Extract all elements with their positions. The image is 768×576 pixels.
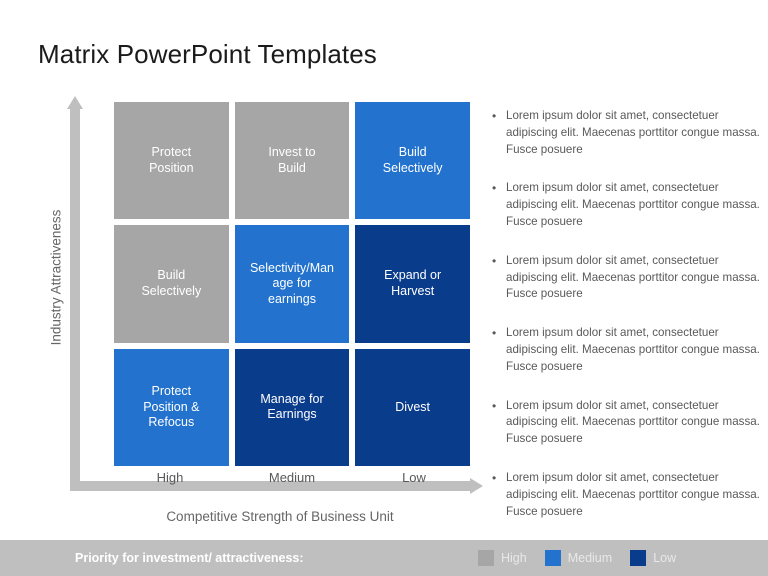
bullet-dot-icon: •: [492, 398, 497, 413]
bullet-dot-icon: •: [492, 470, 497, 485]
footer-bar: Priority for investment/ attractiveness:…: [0, 540, 768, 576]
bullet-dot-icon: •: [492, 181, 497, 196]
legend-swatch-icon: [478, 550, 494, 566]
matrix-cell[interactable]: Build Selectively: [355, 102, 470, 220]
matrix-grid: Protect Position Invest to Build Build Sel…: [114, 102, 470, 466]
matrix-cell[interactable]: Build Selectively: [114, 225, 229, 343]
legend-label: Low: [653, 551, 677, 565]
matrix-cell[interactable]: Divest: [355, 348, 470, 466]
legend-entry: High: [478, 550, 527, 566]
list-item: • Lorem ipsum dolor sit amet, consectetue…: [492, 398, 760, 448]
x-axis-tick-high: High: [156, 470, 184, 485]
legend-entry: Low: [630, 550, 676, 566]
bullet-dot-icon: •: [492, 109, 497, 123]
list-item: • Lorem ipsum dolor sit amet, consectetue…: [492, 325, 760, 375]
y-axis-shaft: [70, 107, 80, 488]
legend-entry: Medium: [544, 550, 613, 566]
bullet-text: Lorem ipsum dolor sit amet, consectetuer…: [506, 326, 760, 373]
matrix-cell[interactable]: Invest to Build: [234, 102, 350, 220]
bullet-dot-icon: •: [492, 253, 497, 268]
y-axis-arrow-icon: [67, 96, 83, 488]
matrix-cell[interactable]: Protect Position: [114, 102, 229, 220]
legend-label: Medium: [567, 551, 613, 565]
bullet-list: • Lorem ipsum dolor sit amet, consectetue…: [492, 108, 760, 542]
bullet-text: Lorem ipsum dolor sit amet, consectetuer…: [506, 253, 760, 301]
list-item: • Lorem ipsum dolor sit amet, consectetue…: [492, 108, 760, 158]
bullet-text: Lorem ipsum dolor sit amet, consectetuer…: [506, 181, 760, 228]
bullet-text: Lorem ipsum dolor sit amet, consectetuer…: [506, 398, 760, 446]
bullet-text: Lorem ipsum dolor sit amet, consectetuer…: [506, 109, 760, 156]
matrix-cell[interactable]: Expand or Harvest: [355, 225, 470, 343]
matrix-cell[interactable]: Protect Position & Refocus: [114, 348, 229, 466]
matrix-chart: Industry Attractiveness High Medium Low …: [0, 0, 500, 540]
legend-swatch-icon: [544, 550, 561, 566]
y-axis-title: Industry Attractiveness: [48, 209, 64, 346]
list-item: • Lorem ipsum dolor sit amet, consectetue…: [492, 470, 760, 520]
bullet-text: Lorem ipsum dolor sit amet, consectetuer…: [506, 470, 760, 518]
list-item: • Lorem ipsum dolor sit amet, consectetue…: [492, 253, 760, 303]
legend-swatch-icon: [630, 550, 647, 566]
x-axis-title: Competitive Strength of Business Unit: [166, 509, 394, 524]
x-axis-tick-low: Low: [402, 470, 426, 485]
x-axis-tick-medium: Medium: [268, 470, 316, 485]
list-item: • Lorem ipsum dolor sit amet, consectetue…: [492, 180, 760, 230]
footer-legend: High Medium Low: [478, 550, 676, 566]
matrix-cell[interactable]: Manage for Earnings: [234, 348, 350, 466]
matrix-cell[interactable]: Selectivity/Man age for earnings: [234, 225, 350, 343]
bullet-dot-icon: •: [492, 326, 497, 341]
footer-title: Priority for investment/ attractiveness:: [75, 551, 304, 565]
legend-label: High: [501, 551, 527, 565]
